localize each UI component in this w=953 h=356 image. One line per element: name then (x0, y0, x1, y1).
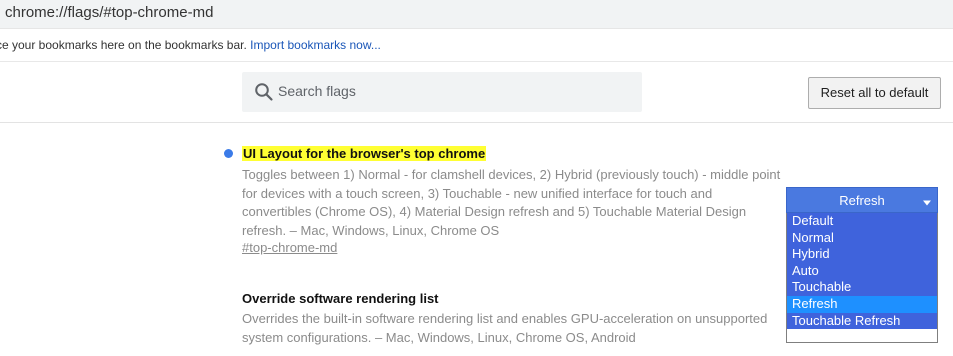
search-placeholder: Search flags (278, 83, 356, 99)
search-input[interactable]: Search flags (242, 72, 642, 112)
search-icon (254, 82, 274, 102)
dropdown-empty-area (787, 329, 937, 342)
bookmarks-hint: ce your bookmarks here on the bookmarks … (0, 38, 381, 52)
modified-indicator-dot (224, 149, 233, 158)
select-dropdown-list: Default Normal Hybrid Auto Touchable Ref… (786, 213, 938, 343)
dropdown-option-normal[interactable]: Normal (787, 230, 937, 247)
omnibox[interactable]: chrome://flags/#top-chrome-md (0, 0, 953, 29)
chevron-down-icon (923, 195, 931, 206)
dropdown-option-default[interactable]: Default (787, 213, 937, 230)
dropdown-options: Default Normal Hybrid Auto Touchable Ref… (787, 213, 937, 329)
bookmarks-bar: ce your bookmarks here on the bookmarks … (0, 29, 953, 62)
dropdown-option-touchable[interactable]: Touchable (787, 279, 937, 296)
dropdown-option-refresh[interactable]: Refresh (787, 295, 937, 313)
experiment-description: Toggles between 1) Normal - for clamshel… (242, 167, 781, 238)
bookmarks-hint-text: ce your bookmarks here on the bookmarks … (0, 38, 247, 52)
chrome-flags-window: chrome://flags/#top-chrome-md ce your bo… (0, 0, 953, 356)
reset-all-button[interactable]: Reset all to default (808, 77, 941, 109)
omnibox-url[interactable]: chrome://flags/#top-chrome-md (5, 4, 213, 21)
experiment-description: Overrides the built-in software renderin… (242, 311, 768, 345)
experiment-select[interactable]: Refresh (786, 187, 938, 213)
import-bookmarks-link[interactable]: Import bookmarks now... (250, 38, 381, 52)
experiment-permalink[interactable]: #top-chrome-md (242, 240, 337, 255)
flags-header: Search flags Reset all to default (0, 62, 953, 123)
dropdown-option-touchable-refresh[interactable]: Touchable Refresh (787, 313, 937, 330)
dropdown-option-auto[interactable]: Auto (787, 263, 937, 280)
select-value: Refresh (839, 193, 885, 208)
dropdown-option-hybrid[interactable]: Hybrid (787, 246, 937, 263)
experiment-title: Override software rendering list (242, 291, 439, 306)
experiment-title: UI Layout for the browser's top chrome (242, 146, 487, 161)
